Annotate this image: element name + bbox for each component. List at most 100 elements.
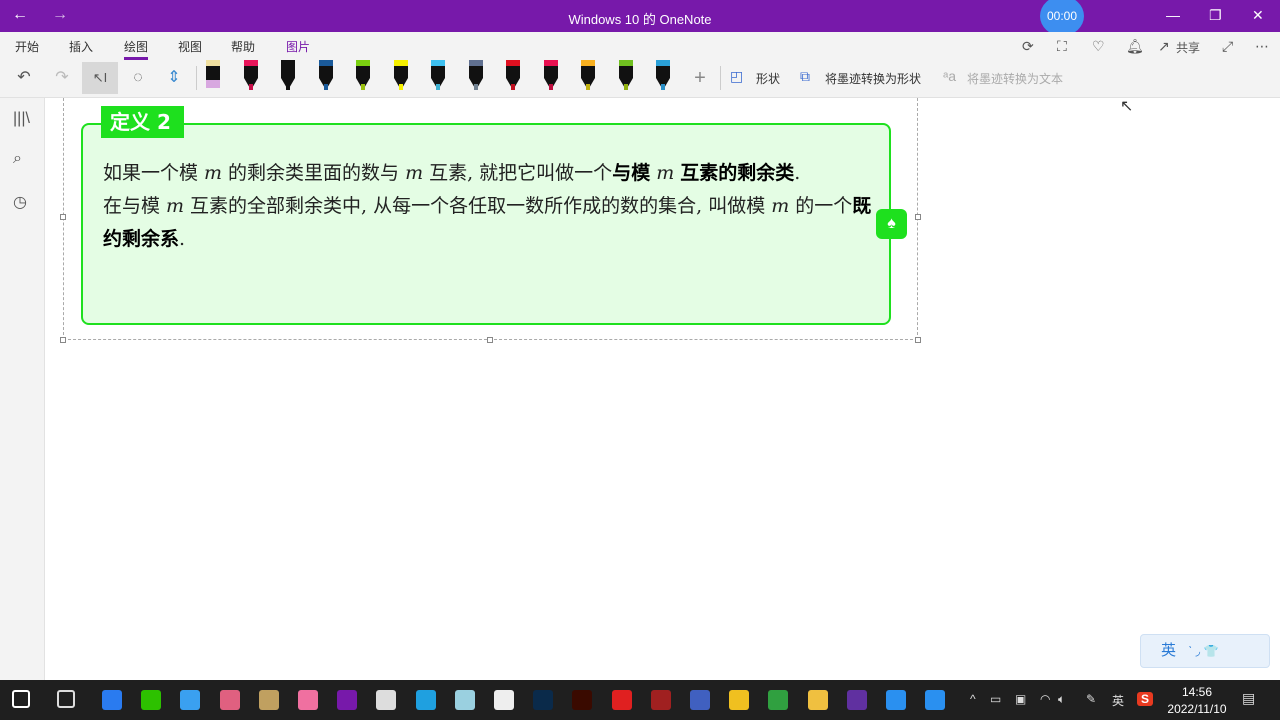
start-icon[interactable] (12, 690, 30, 708)
pen-green-icon[interactable] (356, 60, 370, 92)
resize-handle[interactable] (487, 337, 493, 343)
search-icon[interactable]: ⌕ (13, 150, 22, 168)
task-view-icon[interactable] (57, 690, 75, 708)
math-variable: m (771, 195, 790, 217)
input-language[interactable]: 英 (1112, 692, 1124, 709)
share-icon[interactable]: ↗ (1158, 38, 1170, 55)
type-select-icon[interactable]: ↖I (82, 62, 118, 94)
tab-home[interactable]: 开始 (15, 38, 39, 55)
resize-handle[interactable] (915, 337, 921, 343)
definition-tag: 定义 2 (101, 106, 184, 138)
volume-icon[interactable]: 🔈︎ (1058, 692, 1065, 707)
window-title: Windows 10 的 OneNote (568, 12, 712, 27)
add-pen-button[interactable]: + (688, 62, 712, 94)
app-7x-icon[interactable] (219, 690, 240, 710)
pen-galaxy-icon[interactable] (468, 60, 483, 92)
edge-icon[interactable] (415, 690, 436, 710)
redo-icon[interactable]: ↷ (48, 62, 76, 94)
text-run: 如果一个模 (103, 162, 199, 184)
shapes-button[interactable]: 形状 (756, 70, 780, 87)
eraser-icon[interactable] (206, 60, 220, 92)
notebooks-icon[interactable]: |||\ (13, 110, 30, 128)
pen-dark-blue-icon[interactable] (318, 60, 333, 92)
highlighter-yellow-icon[interactable] (393, 60, 408, 92)
restore-button[interactable]: ❐ (1209, 7, 1222, 24)
file-explorer-icon[interactable] (807, 690, 828, 710)
ime-extras[interactable]: ˋ ◞ 👕 (1188, 644, 1218, 658)
pen-orange-icon[interactable] (581, 60, 595, 92)
close-button[interactable]: ✕ (1252, 7, 1264, 24)
text-run: 的剩余类里面的数与 (228, 162, 400, 184)
app-green-red-icon[interactable] (768, 690, 789, 710)
pen-black-icon[interactable] (281, 60, 295, 92)
ime-language[interactable]: 英 (1161, 642, 1176, 659)
wechat-icon[interactable] (141, 690, 162, 710)
sogou-icon[interactable]: S (1137, 692, 1153, 706)
photoshop-icon[interactable] (533, 690, 554, 710)
lasso-select-icon[interactable]: ◌ (124, 62, 152, 94)
inkscape-icon[interactable] (494, 690, 514, 710)
minimize-button[interactable]: — (1166, 7, 1180, 23)
wps-icon[interactable] (611, 690, 632, 710)
paint-icon[interactable] (258, 690, 279, 710)
clock-time: 14:56 (1181, 685, 1213, 699)
math-variable: m (656, 162, 675, 184)
tray-chevron-icon[interactable]: ^ (970, 692, 976, 706)
recording-timer[interactable]: 00:00 (1040, 0, 1084, 36)
ime-toolbar[interactable]: 英 ˋ ◞ 👕 (1140, 634, 1270, 668)
sync-icon[interactable]: ⟳ (1022, 38, 1034, 55)
pen-lime-icon[interactable] (618, 60, 633, 92)
app-q-icon[interactable] (886, 690, 906, 710)
app-flower-icon[interactable] (454, 690, 475, 710)
ink-to-text-button[interactable]: 将墨迹转换为文本 (967, 70, 1063, 87)
app-q2-icon[interactable] (925, 690, 946, 710)
pen-tray-icon[interactable]: ✎ (1086, 692, 1096, 706)
resize-handle[interactable] (60, 214, 66, 220)
resize-handle[interactable] (915, 214, 921, 220)
app-red-icon[interactable] (650, 690, 671, 710)
title-bar: ← → Windows 10 的 OneNote 00:00 — ❐ ✕ (0, 0, 1280, 36)
lightbulb-icon[interactable]: ♡ (1092, 38, 1105, 55)
resize-handle[interactable] (60, 337, 66, 343)
pen-cyan-icon[interactable] (656, 60, 670, 92)
illustrator-icon[interactable] (572, 690, 593, 710)
text-run: 在与模 (103, 195, 161, 217)
app-circle-icon[interactable] (690, 690, 710, 710)
onenote-icon[interactable] (337, 690, 358, 710)
tab-picture[interactable]: 图片 (286, 38, 310, 55)
ink-to-shape-button[interactable]: 将墨迹转换为形状 (825, 70, 921, 87)
tab-draw[interactable]: 绘图 (124, 38, 149, 60)
notifications-icon[interactable]: ▤ (1242, 690, 1255, 707)
pen-light-blue-icon[interactable] (431, 60, 445, 92)
clock[interactable]: 14:56 2022/11/10 (1166, 684, 1228, 718)
pen-crimson-icon[interactable] (543, 60, 558, 92)
app-purple-icon[interactable] (846, 690, 867, 710)
shapes-icon: ◰ (730, 68, 744, 84)
tray-app-icon[interactable]: ▣ (1015, 692, 1026, 706)
remote-desktop-icon[interactable] (376, 690, 397, 710)
fullscreen-icon[interactable]: ⛶ (1057, 38, 1067, 55)
tab-help[interactable]: 帮助 (231, 38, 255, 55)
bold-term: 与模 (612, 162, 651, 184)
recent-icon[interactable]: ◷ (13, 192, 27, 212)
app-pink-icon[interactable] (298, 690, 318, 710)
pen-red-icon[interactable] (506, 60, 520, 92)
feishu-icon[interactable] (102, 690, 122, 710)
taskbar: ^ ▭ ▣ ◠ 🔈︎ ✎ 英 S 14:56 2022/11/10 ▤ (0, 680, 1280, 720)
tray-battery-icon[interactable]: ▭ (990, 692, 1001, 706)
browser-360-icon[interactable] (180, 690, 201, 710)
undo-icon[interactable]: ↶ (10, 62, 38, 94)
ink-to-shape-icon: ⧉ (800, 68, 810, 84)
bell-icon[interactable]: 🔔︎ (1126, 38, 1144, 55)
wifi-icon[interactable]: ◠ (1040, 692, 1050, 706)
pen-pink-icon[interactable] (243, 60, 258, 92)
spade-icon[interactable]: ♠ (876, 209, 907, 239)
more-icon[interactable]: ⋯ (1255, 38, 1269, 55)
share-button[interactable]: 共享 (1176, 39, 1200, 56)
add-space-icon[interactable]: ⇕ (160, 62, 188, 94)
qq-icon[interactable] (729, 690, 750, 710)
paragraph-1: 如果一个模 m 的剩余类里面的数与 m 互素, 就把它叫做一个与模 m 互素的剩余类. (103, 157, 873, 190)
expand-icon[interactable]: ⤢ (1222, 38, 1233, 55)
tab-insert[interactable]: 插入 (69, 38, 93, 55)
tab-view[interactable]: 视图 (178, 38, 202, 55)
